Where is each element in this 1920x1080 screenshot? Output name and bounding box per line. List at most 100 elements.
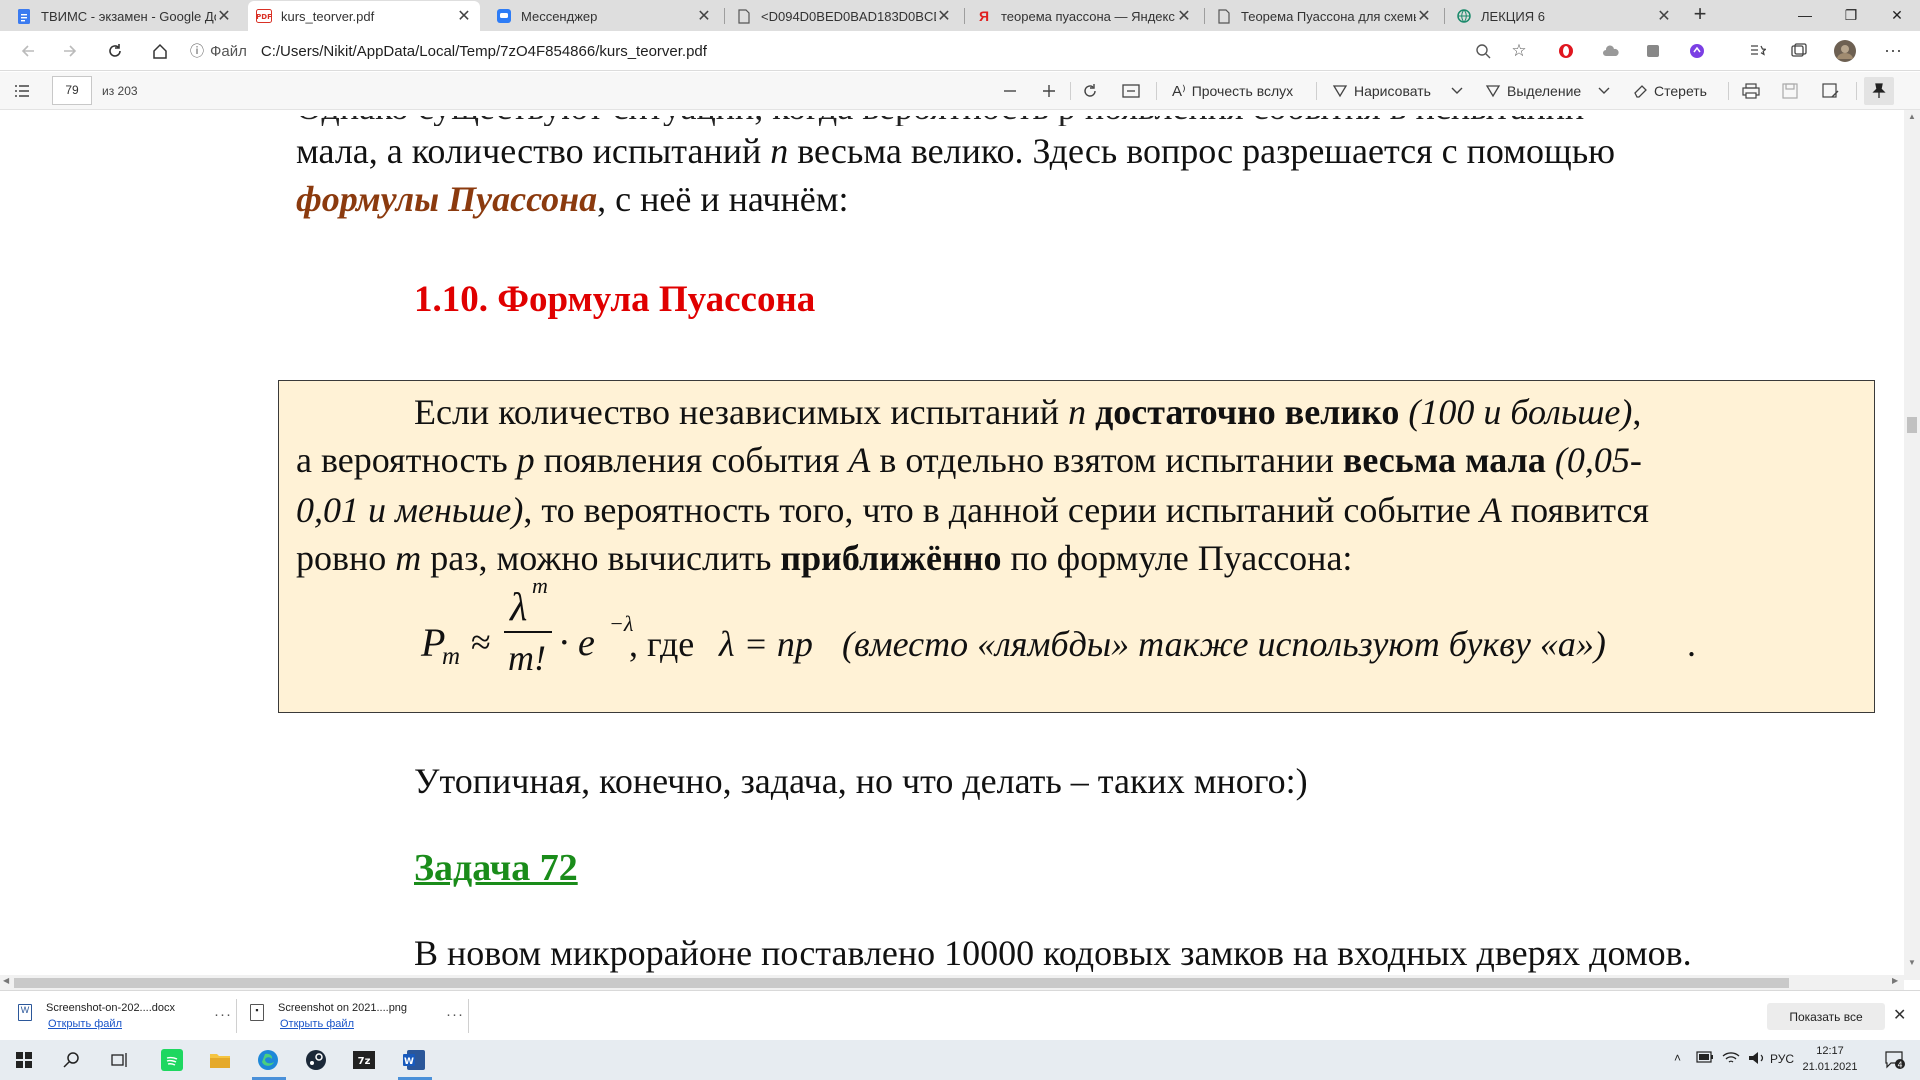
draw-button[interactable]: Нарисовать (1332, 78, 1431, 104)
save-as-button[interactable] (1822, 78, 1840, 104)
more-options-icon[interactable]: ··· (446, 1006, 464, 1023)
scroll-up-icon[interactable]: ▲ (1908, 112, 1916, 121)
7zip-icon[interactable]: 7z (350, 1046, 378, 1074)
tab-messenger[interactable]: Мессенджер ✕ (488, 1, 720, 31)
tab-yandex[interactable]: Я теорема пуассона — Яндекс: н ✕ (968, 1, 1200, 31)
rotate-button[interactable] (1082, 78, 1098, 104)
read-aloud-button[interactable]: A⁾ Прочесть вслух (1172, 78, 1293, 104)
highlight-options-dropdown[interactable] (1597, 78, 1611, 104)
new-tab-button[interactable]: + (1688, 3, 1712, 27)
address-input[interactable]: ⓘ Файл C:/Users/Nikit/AppData/Local/Temp… (190, 36, 1520, 66)
language-indicator[interactable]: РУС (1770, 1052, 1794, 1066)
close-tab-icon[interactable]: ✕ (456, 6, 472, 26)
reload-button[interactable] (101, 37, 129, 65)
close-tab-icon[interactable]: ✕ (1656, 6, 1672, 26)
tab-lecture[interactable]: ЛЕКЦИЯ 6 ✕ (1448, 1, 1680, 31)
tray-chevron-up-icon[interactable]: ˄ (1674, 1051, 1681, 1065)
scroll-thumb[interactable] (1907, 417, 1917, 433)
cloud-extension-icon[interactable] (1600, 40, 1622, 62)
avatar[interactable] (1834, 40, 1856, 62)
more-menu-icon[interactable]: ⋯ (1882, 40, 1904, 62)
vertical-scrollbar[interactable]: ▲ ▼ (1904, 110, 1920, 980)
scroll-right-icon[interactable]: ▶ (1892, 976, 1898, 985)
notifications-count: 4 (1897, 1061, 1902, 1070)
show-all-downloads-button[interactable]: Показать все (1767, 1003, 1885, 1030)
vpn-extension-icon[interactable] (1686, 40, 1708, 62)
steam-icon[interactable] (302, 1046, 330, 1074)
zoom-icon[interactable] (1472, 40, 1494, 62)
search-icon[interactable] (58, 1046, 86, 1074)
horizontal-scrollbar[interactable]: ◀ ▶ (0, 975, 1904, 990)
pin-toolbar-button[interactable] (1864, 77, 1894, 105)
task-view-icon[interactable] (106, 1046, 134, 1074)
home-button[interactable] (146, 37, 174, 65)
wifi-icon[interactable] (1722, 1051, 1740, 1068)
document-icon (736, 8, 752, 24)
page-number-input[interactable]: 79 (52, 76, 92, 105)
volume-icon[interactable] (1748, 1051, 1766, 1068)
extension-icon[interactable] (1642, 40, 1664, 62)
file-explorer-icon[interactable] (206, 1046, 234, 1074)
highlight-label: Выделение (1507, 83, 1582, 99)
highlight-button[interactable]: Выделение (1485, 78, 1581, 104)
save-button[interactable] (1782, 78, 1798, 104)
favorites-list-icon[interactable] (1746, 40, 1768, 62)
scroll-down-icon[interactable]: ▼ (1908, 958, 1916, 967)
draw-options-dropdown[interactable] (1450, 78, 1464, 104)
spotify-icon[interactable] (158, 1046, 186, 1074)
arrow-left-icon (21, 45, 34, 57)
emphasized-term: формулы Пуассона (296, 179, 598, 219)
read-aloud-label: Прочесть вслух (1191, 83, 1294, 99)
zoom-in-button[interactable] (1041, 78, 1057, 104)
fit-page-button[interactable] (1122, 78, 1140, 104)
close-tab-icon[interactable]: ✕ (696, 6, 712, 26)
minimize-button[interactable]: — (1782, 0, 1828, 30)
erase-button[interactable]: Стереть (1632, 78, 1707, 104)
print-button[interactable] (1742, 78, 1760, 104)
windows-start-icon[interactable] (10, 1046, 38, 1074)
close-tab-icon[interactable]: ✕ (1416, 6, 1432, 26)
battery-icon[interactable] (1696, 1051, 1714, 1066)
print-icon (1742, 83, 1760, 99)
close-tab-icon[interactable]: ✕ (216, 6, 232, 26)
collections-icon[interactable] (1788, 40, 1810, 62)
close-downloads-icon[interactable]: ✕ (1893, 1005, 1906, 1025)
download-item[interactable]: W Screenshot-on-202....docx Открыть файл… (18, 998, 246, 1034)
open-file-link[interactable]: Открыть файл (280, 1018, 354, 1030)
tab-google-docs[interactable]: ТВИМС - экзамен - Google Док ✕ (8, 1, 240, 31)
address-bar-row: ⓘ Файл C:/Users/Nikit/AppData/Local/Temp… (0, 31, 1920, 71)
close-tab-icon[interactable]: ✕ (1176, 6, 1192, 26)
theorem-line: ровно m раз, можно вычислить приближённо… (296, 538, 1353, 578)
close-tab-icon[interactable]: ✕ (936, 6, 952, 26)
clock-date: 21.01.2021 (1802, 1061, 1858, 1073)
download-filename: Screenshot-on-202....docx (46, 1002, 176, 1014)
chevron-down-icon (1598, 87, 1610, 94)
tab-document[interactable]: <D094D0BED0BAD183D0BCD0B ✕ (728, 1, 960, 31)
zoom-out-button[interactable] (1002, 78, 1018, 104)
scroll-left-icon[interactable]: ◀ (3, 976, 9, 985)
svg-text:PDF: PDF (256, 13, 272, 21)
tab-title: kurs_teorver.pdf (281, 8, 375, 24)
favorite-star-icon[interactable]: ☆ (1508, 40, 1530, 62)
tab-title: теорема пуассона — Яндекс: н (1001, 8, 1176, 24)
notifications-icon[interactable]: 4 (1884, 1050, 1906, 1073)
back-button[interactable] (14, 37, 42, 65)
table-of-contents-button[interactable] (14, 78, 30, 104)
more-options-icon[interactable]: ··· (214, 1006, 232, 1023)
tab-poisson-theorem[interactable]: Теорема Пуассона для схемы Б ✕ (1208, 1, 1440, 31)
open-file-link[interactable]: Открыть файл (48, 1018, 122, 1030)
pdf-page-view[interactable]: Однако существуют ситуации, когда вероят… (0, 110, 1904, 975)
clock[interactable]: 12:17 21.01.2021 (1795, 1043, 1865, 1075)
tab-pdf[interactable]: PDF kurs_teorver.pdf ✕ (248, 1, 480, 31)
theorem-line: а вероятность p появления события A в от… (296, 440, 1642, 480)
close-window-button[interactable]: ✕ (1874, 0, 1920, 30)
section-heading: 1.10. Формула Пуассона (414, 279, 816, 320)
opera-icon[interactable] (1555, 40, 1577, 62)
tab-title: Теорема Пуассона для схемы Б (1241, 8, 1416, 24)
edge-browser-icon[interactable] (254, 1046, 282, 1074)
download-item[interactable]: ▪ Screenshot on 2021....png Открыть файл… (250, 998, 478, 1034)
maximize-button[interactable]: ❐ (1828, 0, 1874, 30)
word-icon[interactable]: W (400, 1046, 428, 1074)
scroll-thumb[interactable] (14, 978, 1789, 988)
forward-button[interactable] (56, 37, 84, 65)
